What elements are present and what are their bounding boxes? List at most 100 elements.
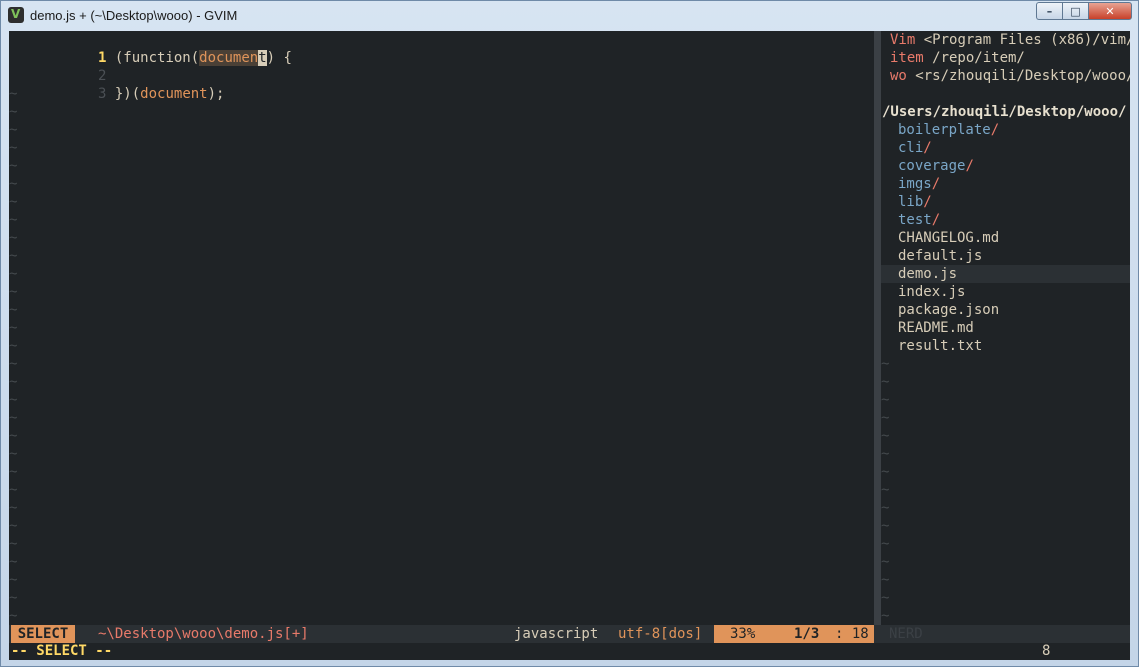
empty-line-marker: ~ xyxy=(9,247,17,265)
bookmark-item[interactable]: wo <rs/zhouqili/Desktop/wooo/ xyxy=(890,67,1130,85)
vim-app-icon[interactable] xyxy=(8,7,24,23)
tree-dir-item[interactable]: coverage/ xyxy=(898,157,974,175)
empty-line-marker: ~ xyxy=(881,589,889,607)
editor-pane[interactable]: 1 (function(document) { 2 3 })(document)… xyxy=(9,31,874,625)
status-line-position: 1/3 xyxy=(794,625,819,643)
dir-suffix: / xyxy=(923,194,931,210)
empty-line-marker: ~ xyxy=(9,373,17,391)
mode-indicator: SELECT xyxy=(11,625,75,643)
tree-file-item[interactable]: result.txt xyxy=(898,337,982,355)
dir-name: test xyxy=(898,212,932,228)
empty-line-marker: ~ xyxy=(881,499,889,517)
tree-dir-item[interactable]: test/ xyxy=(898,211,940,229)
title-bar[interactable]: demo.js + (~\Desktop\wooo) - GVIM – □ ✕ xyxy=(1,1,1138,29)
vim-client-area: 1 (function(document) { 2 3 })(document)… xyxy=(9,31,1130,660)
empty-line-marker: ~ xyxy=(881,607,889,625)
bookmark-name: wo xyxy=(890,68,907,84)
tree-dir-item[interactable]: cli/ xyxy=(898,139,932,157)
empty-line-marker: ~ xyxy=(9,571,17,589)
bookmark-item[interactable]: Vim <Program Files (x86)/vim/ xyxy=(890,31,1130,49)
dir-suffix: / xyxy=(965,158,973,174)
tree-dir-item[interactable]: lib/ xyxy=(898,193,932,211)
nerdtree-pane[interactable]: Vim <Program Files (x86)/vim/ item /repo… xyxy=(881,31,1130,625)
window-controls: – □ ✕ xyxy=(1036,2,1132,20)
tree-root-path[interactable]: /Users/zhouqili/Desktop/wooo/ xyxy=(882,103,1126,121)
empty-line-marker: ~ xyxy=(9,391,17,409)
empty-line-marker: ~ xyxy=(9,229,17,247)
param-text: document xyxy=(140,86,207,102)
empty-line-marker: ~ xyxy=(9,445,17,463)
selected-text: documen xyxy=(199,50,258,66)
minimize-button[interactable]: – xyxy=(1036,2,1062,20)
dir-name: boilerplate xyxy=(898,122,991,138)
cmdline-mode: -- SELECT -- xyxy=(11,643,112,660)
dir-name: coverage xyxy=(898,158,965,174)
status-filename: ~\Desktop\wooo\demo.js[+] xyxy=(98,625,309,643)
bookmark-path: <Program Files (x86)/vim/ xyxy=(915,32,1130,48)
code-text: })( xyxy=(115,86,140,102)
bookmark-name: item xyxy=(890,50,924,66)
empty-line-marker: ~ xyxy=(9,409,17,427)
code-line-2[interactable]: 2 xyxy=(13,49,106,67)
dir-suffix: / xyxy=(932,176,940,192)
empty-line-marker: ~ xyxy=(9,157,17,175)
line-number: 3 xyxy=(80,85,106,103)
empty-line-marker: ~ xyxy=(881,535,889,553)
bookmark-item[interactable]: item /repo/item/ xyxy=(890,49,1025,67)
close-button[interactable]: ✕ xyxy=(1088,2,1132,20)
dir-suffix: / xyxy=(923,140,931,156)
code-text: (function( xyxy=(115,50,199,66)
status-column: : 18 xyxy=(835,625,869,643)
code-text: ) { xyxy=(267,50,292,66)
code-line-1[interactable]: 1 (function(document) { xyxy=(13,31,292,49)
dir-suffix: / xyxy=(932,212,940,228)
empty-line-marker: ~ xyxy=(9,499,17,517)
empty-line-marker: ~ xyxy=(9,463,17,481)
empty-line-marker: ~ xyxy=(9,121,17,139)
empty-line-marker: ~ xyxy=(9,427,17,445)
empty-line-marker: ~ xyxy=(881,391,889,409)
status-percent: 33% xyxy=(730,625,755,643)
tree-file-item[interactable]: default.js xyxy=(898,247,982,265)
vertical-split-bar[interactable] xyxy=(874,31,881,625)
cmdline-selection-count: 8 xyxy=(1042,643,1050,660)
bookmark-name: Vim xyxy=(890,32,915,48)
dir-name: imgs xyxy=(898,176,932,192)
bookmark-path: /repo/item/ xyxy=(924,50,1025,66)
window-title: demo.js + (~\Desktop\wooo) - GVIM xyxy=(30,8,237,23)
empty-line-marker: ~ xyxy=(9,85,17,103)
tree-dir-item[interactable]: boilerplate/ xyxy=(898,121,999,139)
empty-line-marker: ~ xyxy=(9,265,17,283)
empty-line-marker: ~ xyxy=(881,355,889,373)
empty-line-marker: ~ xyxy=(9,211,17,229)
tree-file-item[interactable]: CHANGELOG.md xyxy=(898,229,999,247)
gvim-window: demo.js + (~\Desktop\wooo) - GVIM – □ ✕ … xyxy=(0,0,1139,667)
empty-line-marker: ~ xyxy=(881,517,889,535)
empty-line-marker: ~ xyxy=(9,535,17,553)
empty-line-marker: ~ xyxy=(9,607,17,625)
empty-line-marker: ~ xyxy=(9,517,17,535)
empty-line-marker: ~ xyxy=(9,193,17,211)
empty-line-marker: ~ xyxy=(9,175,17,193)
empty-line-marker: ~ xyxy=(9,103,17,121)
empty-line-marker: ~ xyxy=(881,481,889,499)
status-filetype: javascript xyxy=(514,625,598,643)
dir-name: lib xyxy=(898,194,923,210)
code-text: ); xyxy=(208,86,225,102)
empty-line-marker: ~ xyxy=(9,589,17,607)
empty-line-marker: ~ xyxy=(881,445,889,463)
dir-suffix: / xyxy=(991,122,999,138)
tree-file-item-selected[interactable]: demo.js xyxy=(898,265,957,283)
maximize-button[interactable]: □ xyxy=(1062,2,1088,20)
tree-dir-item[interactable]: imgs/ xyxy=(898,175,940,193)
code-line-3[interactable]: 3 })(document); xyxy=(13,67,224,85)
empty-line-marker: ~ xyxy=(9,301,17,319)
command-line[interactable]: -- SELECT -- 8 xyxy=(9,643,1130,660)
tree-file-item[interactable]: package.json xyxy=(898,301,999,319)
text-cursor: t xyxy=(258,50,266,66)
empty-line-marker: ~ xyxy=(9,319,17,337)
empty-line-marker: ~ xyxy=(881,409,889,427)
empty-line-marker: ~ xyxy=(881,553,889,571)
tree-file-item[interactable]: index.js xyxy=(898,283,965,301)
tree-file-item[interactable]: README.md xyxy=(898,319,974,337)
